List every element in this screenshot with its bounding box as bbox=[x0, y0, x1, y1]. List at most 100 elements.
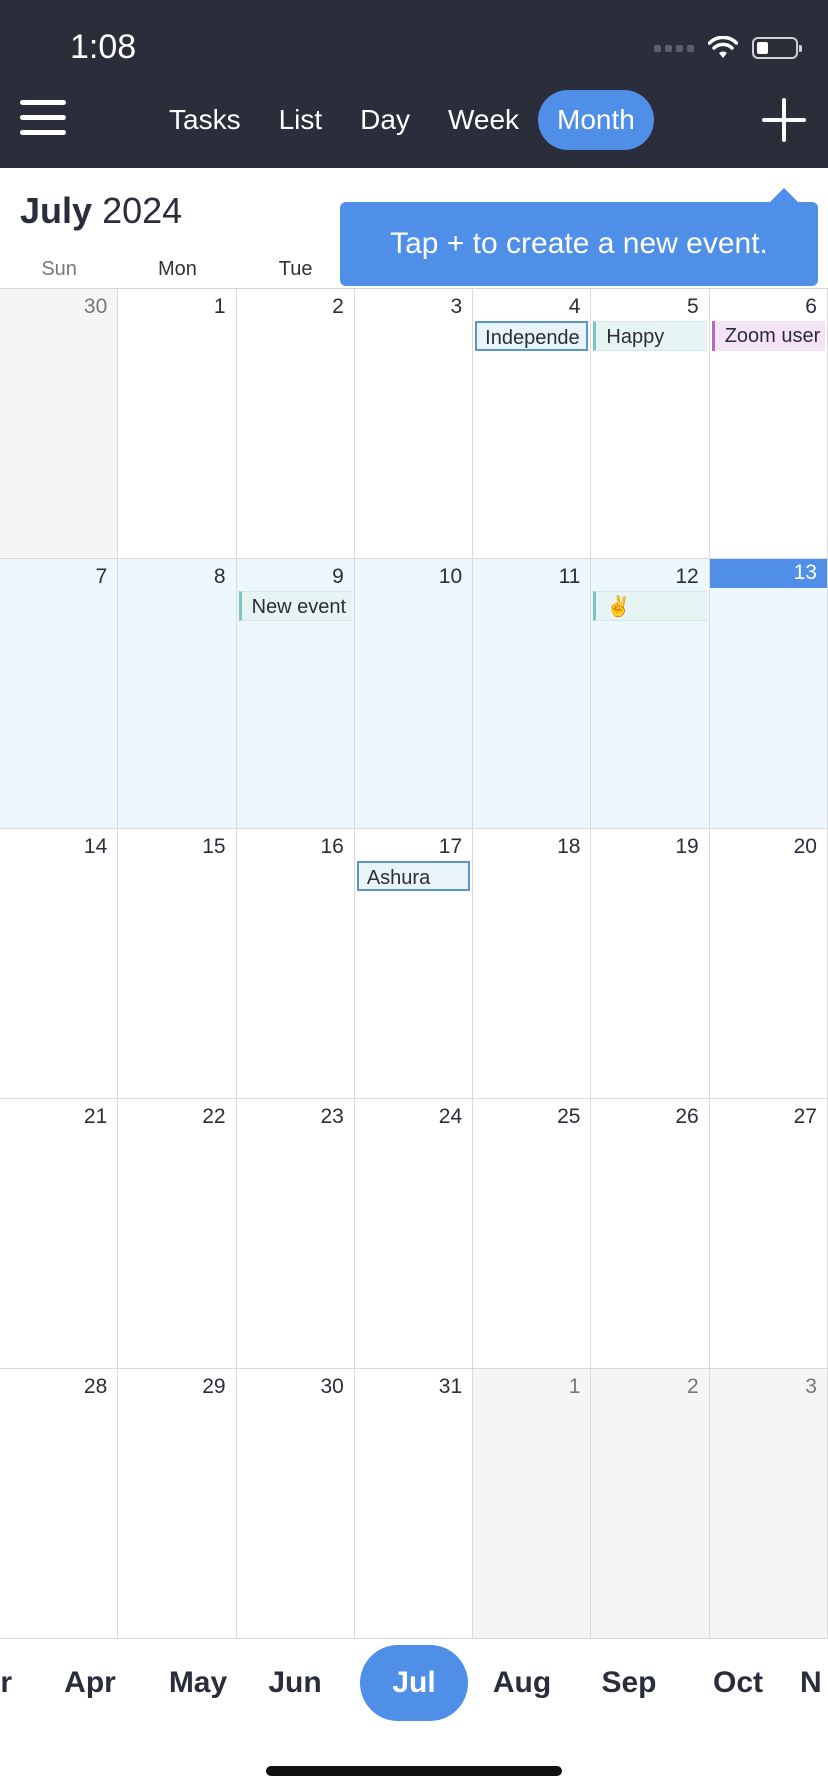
wifi-icon bbox=[708, 36, 738, 58]
day-cell[interactable]: 18 bbox=[473, 829, 592, 1099]
battery-icon bbox=[752, 37, 802, 59]
event-chip[interactable]: ✌️ bbox=[593, 591, 707, 621]
cellular-signal-icon bbox=[654, 44, 694, 52]
day-number: 5 bbox=[687, 295, 699, 318]
day-cell[interactable]: 30 bbox=[236, 1369, 355, 1639]
day-number: 28 bbox=[83, 1375, 108, 1398]
day-cell[interactable]: 3 bbox=[709, 1369, 828, 1639]
day-cell[interactable]: 31 bbox=[354, 1369, 474, 1639]
day-number: 9 bbox=[332, 565, 344, 588]
day-number: 4 bbox=[568, 295, 581, 318]
day-cell[interactable]: 30 bbox=[0, 289, 119, 559]
day-cell[interactable]: 9 New event bbox=[236, 559, 355, 829]
day-cell[interactable]: 15 bbox=[118, 829, 237, 1099]
day-cell[interactable]: 10 bbox=[354, 559, 474, 829]
day-cell[interactable]: 25 bbox=[473, 1099, 592, 1369]
month-title-month: July bbox=[20, 190, 93, 231]
day-number: 3 bbox=[450, 295, 463, 318]
event-chip[interactable]: Ashura bbox=[356, 861, 471, 891]
day-number: 1 bbox=[213, 295, 226, 318]
month-chip-oct[interactable]: Oct bbox=[690, 1645, 786, 1721]
day-number: 14 bbox=[83, 835, 108, 858]
month-title: July 2024 bbox=[20, 190, 182, 232]
day-cell[interactable]: 29 bbox=[118, 1369, 237, 1639]
month-chip-sep[interactable]: Sep bbox=[582, 1645, 676, 1721]
day-number: 20 bbox=[793, 835, 817, 858]
event-chip[interactable]: Independe bbox=[475, 321, 589, 351]
day-cell[interactable]: 1 bbox=[118, 289, 237, 559]
day-cell[interactable]: 26 bbox=[591, 1099, 710, 1369]
month-chip-apr[interactable]: Apr bbox=[50, 1645, 130, 1721]
day-cell[interactable]: 21 bbox=[0, 1099, 119, 1369]
day-cell[interactable]: 7 bbox=[0, 559, 119, 829]
day-number: 12 bbox=[675, 565, 699, 588]
month-chip-r[interactable]: r bbox=[0, 1645, 12, 1721]
month-chip-jun[interactable]: Jun bbox=[255, 1645, 335, 1721]
day-cell[interactable]: 1 bbox=[473, 1369, 592, 1639]
top-bar: 1:08 Tasks List Day Week Month bbox=[0, 0, 828, 168]
day-number: 2 bbox=[687, 1375, 699, 1398]
day-cell[interactable]: 2 bbox=[591, 1369, 710, 1639]
tab-day[interactable]: Day bbox=[341, 90, 429, 150]
weekday-mon: Mon bbox=[157, 258, 197, 280]
weekday-sun: Sun bbox=[41, 258, 77, 280]
day-cell[interactable]: 23 bbox=[236, 1099, 355, 1369]
status-icons bbox=[654, 36, 802, 60]
status-time: 1:08 bbox=[70, 28, 137, 66]
day-cell[interactable]: 24 bbox=[354, 1099, 474, 1369]
day-cell[interactable]: 11 bbox=[473, 559, 592, 829]
day-number: 29 bbox=[202, 1375, 226, 1398]
day-number: 15 bbox=[202, 835, 226, 858]
day-number: 7 bbox=[95, 565, 108, 588]
tab-list[interactable]: List bbox=[260, 90, 342, 150]
event-chip[interactable]: Happy bbox=[593, 321, 707, 351]
weekday-tue: Tue bbox=[278, 258, 313, 280]
day-cell[interactable]: 6 Zoom user bbox=[709, 289, 828, 559]
day-number: 16 bbox=[320, 835, 344, 858]
day-cell[interactable]: 3 bbox=[354, 289, 474, 559]
day-number: 27 bbox=[793, 1105, 817, 1128]
day-cell[interactable]: 4 Independe bbox=[473, 289, 592, 559]
add-event-plus-icon[interactable] bbox=[762, 98, 806, 142]
create-event-tooltip[interactable]: Tap + to create a new event. bbox=[340, 188, 818, 286]
day-cell[interactable]: 22 bbox=[118, 1099, 237, 1369]
day-number: 30 bbox=[83, 295, 108, 318]
day-cell[interactable]: 12 ✌️ bbox=[591, 559, 710, 829]
day-number: 8 bbox=[213, 565, 226, 588]
day-cell[interactable]: 16 bbox=[236, 829, 355, 1099]
day-cell[interactable]: 8 bbox=[118, 559, 237, 829]
day-cell[interactable]: 5 Happy bbox=[591, 289, 710, 559]
day-cell-today[interactable]: 13 bbox=[709, 559, 828, 829]
day-number: 23 bbox=[320, 1105, 344, 1128]
day-cell[interactable]: 20 bbox=[709, 829, 828, 1099]
day-cell[interactable]: 19 bbox=[591, 829, 710, 1099]
day-cell[interactable]: 17 Ashura bbox=[354, 829, 474, 1099]
day-number: 10 bbox=[438, 565, 463, 588]
day-number: 2 bbox=[332, 295, 344, 318]
day-cell[interactable]: 27 bbox=[709, 1099, 828, 1369]
day-cell[interactable]: 14 bbox=[0, 829, 119, 1099]
hamburger-menu-icon[interactable] bbox=[20, 100, 66, 140]
day-number: 22 bbox=[202, 1105, 226, 1128]
view-tabs: Tasks List Day Week Month bbox=[150, 90, 654, 150]
month-selector-strip: r Apr May Jun Jul Aug Sep Oct N bbox=[0, 1645, 828, 1725]
month-chip-jul[interactable]: Jul bbox=[360, 1645, 468, 1721]
day-number: 24 bbox=[438, 1105, 463, 1128]
day-number: 26 bbox=[675, 1105, 699, 1128]
day-cell[interactable]: 2 bbox=[236, 289, 355, 559]
day-number: 6 bbox=[805, 295, 817, 318]
tab-month[interactable]: Month bbox=[538, 90, 654, 150]
month-chip-n[interactable]: N bbox=[800, 1645, 828, 1721]
month-chip-may[interactable]: May bbox=[155, 1645, 241, 1721]
month-chip-aug[interactable]: Aug bbox=[475, 1645, 569, 1721]
day-number: 18 bbox=[557, 835, 581, 858]
tab-week[interactable]: Week bbox=[429, 90, 538, 150]
day-cell[interactable]: 28 bbox=[0, 1369, 119, 1639]
event-chip[interactable]: New event bbox=[238, 591, 352, 621]
tab-tasks[interactable]: Tasks bbox=[150, 90, 260, 150]
event-chip[interactable]: Zoom user bbox=[711, 321, 825, 351]
month-title-year: 2024 bbox=[102, 190, 183, 231]
day-number: 11 bbox=[558, 565, 581, 588]
day-number: 19 bbox=[675, 835, 699, 858]
home-indicator bbox=[266, 1766, 562, 1776]
